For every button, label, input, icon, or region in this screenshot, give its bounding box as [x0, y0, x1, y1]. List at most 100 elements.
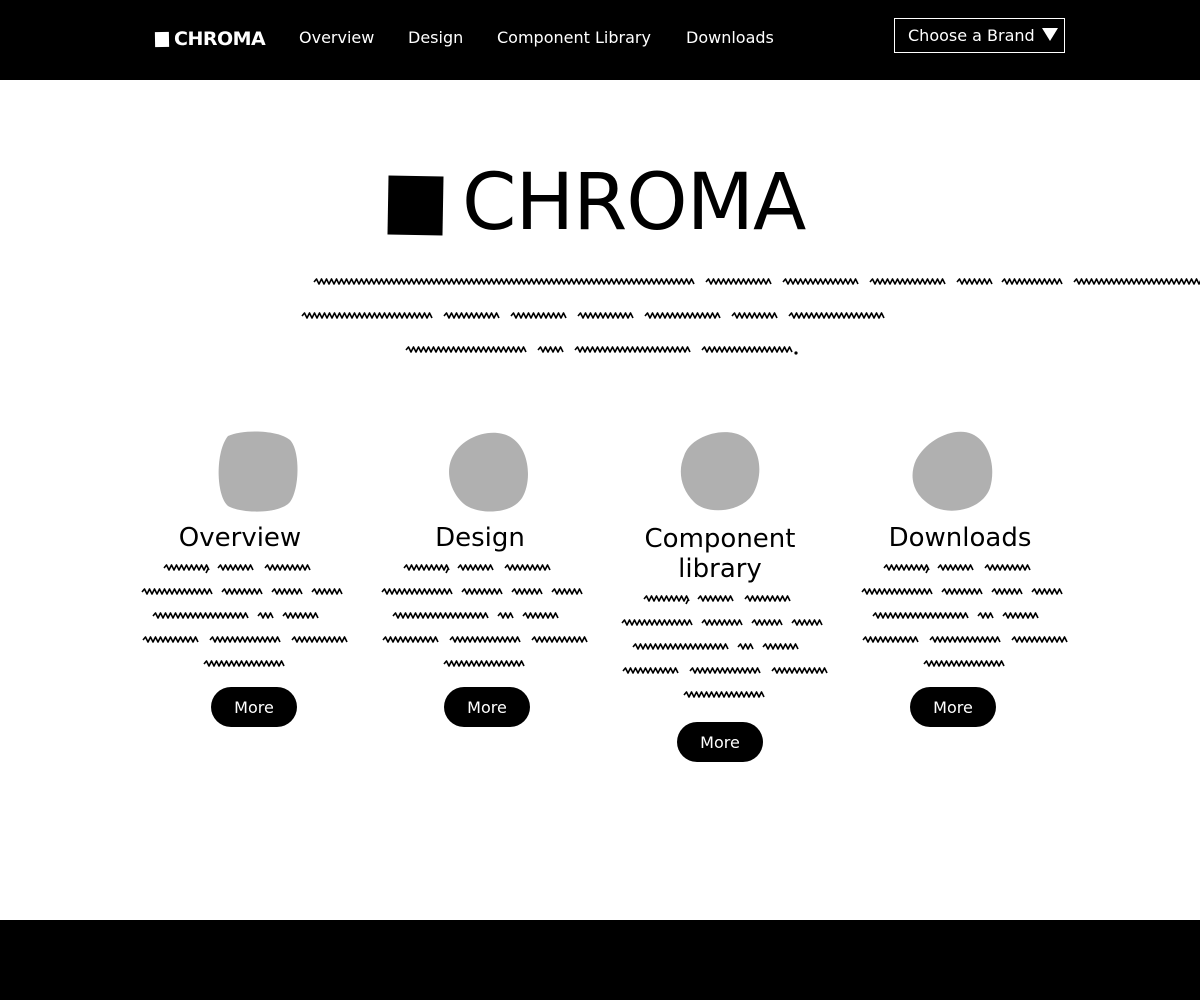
design-text-line-5 [443, 660, 525, 667]
squiggle-word [1073, 278, 1200, 285]
squiggle-comma [205, 568, 209, 574]
component-library-text-line-5 [683, 691, 765, 698]
squiggle-word [862, 636, 919, 643]
overview-text-line-2 [141, 588, 343, 595]
squiggle-word [941, 588, 983, 595]
component-library-text-line-2 [621, 619, 823, 626]
hero-placeholder-text-line-1 [313, 278, 1200, 285]
squiggle-word [141, 588, 213, 595]
squiggle-word [771, 667, 828, 674]
squiggle-word [301, 312, 433, 319]
squiggle-word [701, 346, 793, 353]
squiggle-word [929, 636, 1001, 643]
downloads-text-line-5 [923, 660, 1005, 667]
squiggle-word [271, 588, 303, 595]
squiggle-word [457, 564, 494, 571]
overview-text-line-3 [152, 612, 319, 619]
squiggle-word [762, 643, 799, 650]
nav-link-overview[interactable]: Overview [299, 28, 374, 47]
design-text-line-2 [381, 588, 583, 595]
squiggle-word [705, 278, 772, 285]
downloads-text-line-2 [861, 588, 1063, 595]
hero-title: CHROMA [462, 158, 806, 248]
squiggle-word [791, 619, 823, 626]
footer-bar [0, 920, 1200, 1000]
choose-brand-dropdown[interactable]: Choose a Brand [894, 18, 1065, 53]
squiggle-word [403, 564, 450, 571]
hero-logo-mark-icon [387, 175, 444, 236]
design-text-line-1 [403, 564, 551, 574]
overview-text-line-4 [142, 636, 348, 643]
design-heading: Design [435, 523, 525, 553]
squiggle-word [788, 312, 885, 319]
squiggle-word [257, 612, 274, 619]
squiggle-word [632, 643, 729, 650]
squiggle-word [152, 612, 249, 619]
squiggle-word [504, 564, 551, 571]
squiggle-word [142, 636, 199, 643]
downloads-more-button[interactable]: More [910, 687, 996, 727]
squiggle-word [731, 312, 778, 319]
squiggle-comma [445, 568, 449, 574]
design-placeholder-image [449, 432, 528, 512]
header-logo[interactable]: CHROMA [154, 28, 266, 50]
squiggle-word [282, 612, 319, 619]
overview-placeholder-image [218, 431, 298, 512]
design-more-button[interactable]: More [444, 687, 530, 727]
squiggle-word [689, 667, 761, 674]
downloads-heading: Downloads [888, 523, 1032, 553]
squiggle-word [956, 278, 993, 285]
squiggle-word [381, 588, 453, 595]
squiggle-word [977, 612, 994, 619]
component-library-more-button[interactable]: More [677, 722, 763, 762]
squiggle-word [449, 636, 521, 643]
squiggle-word [577, 312, 634, 319]
component-library-heading: Component library [644, 524, 796, 584]
component-library-text-line-1 [643, 595, 791, 605]
squiggle-word [531, 636, 588, 643]
squiggle-word [461, 588, 503, 595]
squiggle-word [937, 564, 974, 571]
squiggle-word [497, 612, 514, 619]
squiggle-word [683, 691, 765, 698]
squiggle-word [643, 595, 690, 602]
squiggle-word [984, 564, 1031, 571]
squiggle-word [311, 588, 343, 595]
squiggle-comma [685, 599, 689, 605]
overview-heading: Overview [178, 523, 302, 553]
squiggle-word [203, 660, 285, 667]
downloads-placeholder-image [912, 431, 993, 511]
choose-brand-label: Choose a Brand [908, 26, 1035, 45]
squiggle-word [551, 588, 583, 595]
squiggle-word [744, 595, 791, 602]
squiggle-word [163, 564, 210, 571]
squiggle-word [313, 278, 695, 285]
squiggle-word [522, 612, 559, 619]
downloads-text-line-1 [883, 564, 1031, 574]
squiggle-word [1001, 278, 1063, 285]
squiggle-word [697, 595, 734, 602]
nav-link-design[interactable]: Design [408, 28, 463, 47]
squiggle-word [1002, 612, 1039, 619]
hero-placeholder-text-line-2 [301, 312, 885, 319]
squiggle-word [1031, 588, 1063, 595]
squiggle-word [991, 588, 1023, 595]
squiggle-word [405, 346, 527, 353]
squiggle-word [510, 312, 567, 319]
squiggle-word [217, 564, 254, 571]
component-library-text-line-3 [632, 643, 799, 650]
squiggle-word [701, 619, 743, 626]
overview-more-button[interactable]: More [211, 687, 297, 727]
squiggle-comma [925, 568, 929, 574]
squiggle-word [1011, 636, 1068, 643]
squiggle-word [644, 312, 721, 319]
squiggle-word [221, 588, 263, 595]
squiggle-word [382, 636, 439, 643]
squiggle-word [782, 278, 859, 285]
squiggle-word [622, 667, 679, 674]
squiggle-word [511, 588, 543, 595]
nav-link-component-library[interactable]: Component Library [497, 28, 651, 47]
component-library-text-line-4 [622, 667, 828, 674]
nav-link-downloads[interactable]: Downloads [686, 28, 774, 47]
squiggle-word [621, 619, 693, 626]
